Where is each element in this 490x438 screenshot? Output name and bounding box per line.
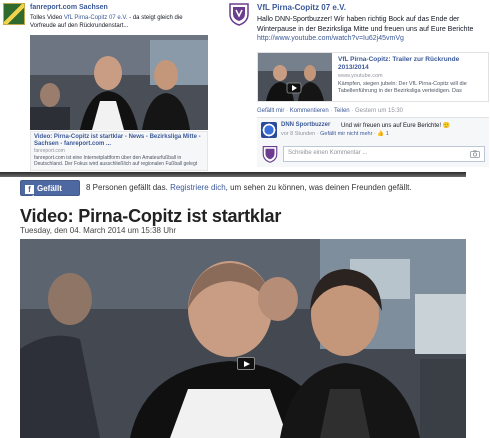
players-photo-illustration	[30, 35, 208, 130]
video-thumbnail-illustration	[258, 53, 332, 101]
facebook-like-bar: f Gefällt mir 8 Personen gefällt das. Reg…	[20, 180, 470, 203]
share-action[interactable]: Teilen	[334, 108, 350, 114]
comment-unlike-link[interactable]: Gefällt mir nicht mehr	[320, 131, 372, 137]
facebook-like-button[interactable]: f Gefällt mir	[20, 180, 80, 203]
right-post-url-link[interactable]: http://www.youtube.com/watch?v=Iu62j45vm…	[257, 35, 404, 42]
like-count-text: 8 Personen gefällt das.	[86, 183, 168, 192]
right-link-title[interactable]: VfL Pirna-Copitz: Trailer zur Rückrunde …	[338, 56, 488, 72]
commenter-crest-avatar	[261, 145, 279, 163]
comment-action[interactable]: Kommentieren	[290, 108, 329, 114]
club-crest-small-icon	[262, 145, 278, 163]
right-link-description: Kämpfen, siegen jubeln: Der VfL Pirna-Co…	[338, 81, 467, 94]
article-video-player[interactable]	[20, 239, 466, 438]
left-post-photo[interactable]	[30, 35, 208, 130]
camera-icon[interactable]	[470, 150, 480, 158]
club-crest-icon	[229, 3, 249, 26]
left-post-mention-link[interactable]: VfL Pirna-Copitz 07 e.V.	[64, 15, 128, 21]
right-post-link-preview[interactable]: VfL Pirna-Copitz: Trailer zur Rückrunde …	[257, 52, 489, 102]
facebook-f-icon: f	[25, 185, 34, 194]
left-link-description: fanreport.com ist eine Internetplattform…	[34, 155, 198, 167]
article-section: f Gefällt mir 8 Personen gefällt das. Reg…	[0, 172, 490, 438]
right-post-page-name[interactable]: VfL Pirna-Copitz 07 e.V.	[257, 3, 346, 12]
comment-meta: vor 8 Stunden · Gefällt mir nicht mehr ·…	[281, 131, 389, 137]
right-post-text: Hallo DNN-Sportbuzzer! Wir haben richtig…	[257, 16, 474, 33]
left-post-text: Tolles Video VfL Pirna-Copitz 07 e.V. - …	[30, 14, 210, 30]
left-post-text-prefix: Tolles Video	[30, 15, 64, 21]
comment-like-count[interactable]: 1	[386, 131, 389, 137]
comment-time[interactable]: vor 8 Stunden	[281, 131, 315, 137]
article-headline: Video: Pirna-Copitz ist startklar	[20, 206, 282, 226]
comments-box: DNN Sportbuzzer Und wir freuen uns auf E…	[257, 117, 489, 167]
post-action-bar: Gefällt mir · Kommentieren · Teilen · Ge…	[257, 108, 404, 114]
article-dateline: Tuesday, den 04. March 2014 um 15:38 Uhr	[20, 226, 177, 235]
post-timestamp[interactable]: Gestern um 15:30	[355, 108, 403, 114]
left-link-title[interactable]: Video: Pirna-Copitz ist startklar - News…	[34, 134, 204, 148]
right-facebook-post: VfL Pirna-Copitz 07 e.V. Hallo DNN-Sport…	[225, 0, 490, 170]
fanreport-avatar[interactable]	[3, 3, 25, 25]
like-action[interactable]: Gefällt mir	[257, 108, 284, 114]
video-play-button[interactable]	[237, 357, 255, 370]
comment-author[interactable]: DNN Sportbuzzer	[281, 122, 330, 128]
left-link-domain: fanreport.com	[34, 148, 65, 154]
players-video-frame-illustration	[20, 239, 466, 438]
dnn-sportbuzzer-avatar[interactable]	[261, 122, 277, 138]
comment-input[interactable]: Schreibe einen Kommentar ...	[283, 146, 485, 162]
left-post-link-caption[interactable]: Video: Pirna-Copitz ist startklar - News…	[30, 131, 208, 171]
like-summary: 8 Personen gefällt das. Registriere dich…	[86, 183, 412, 192]
right-link-domain: www.youtube.com	[338, 73, 383, 79]
like-suffix: , um sehen zu können, was deinen Freunde…	[225, 183, 412, 192]
register-link[interactable]: Registriere dich	[170, 183, 226, 192]
screenshot-edge-shadow	[0, 172, 470, 177]
left-facebook-post: fanreport.com Sachsen Tolles Video VfL P…	[0, 0, 215, 172]
club-crest-avatar[interactable]	[227, 2, 251, 26]
comment-text: Und wir freuen uns auf Eure Berichte! 🙂	[341, 123, 451, 129]
comment-input-placeholder: Schreibe einen Kommentar ...	[288, 150, 368, 156]
right-margin	[466, 172, 490, 438]
thumbs-up-icon: 👍	[377, 131, 385, 137]
left-post-page-name[interactable]: fanreport.com Sachsen	[30, 4, 108, 11]
video-thumbnail[interactable]	[258, 53, 332, 101]
